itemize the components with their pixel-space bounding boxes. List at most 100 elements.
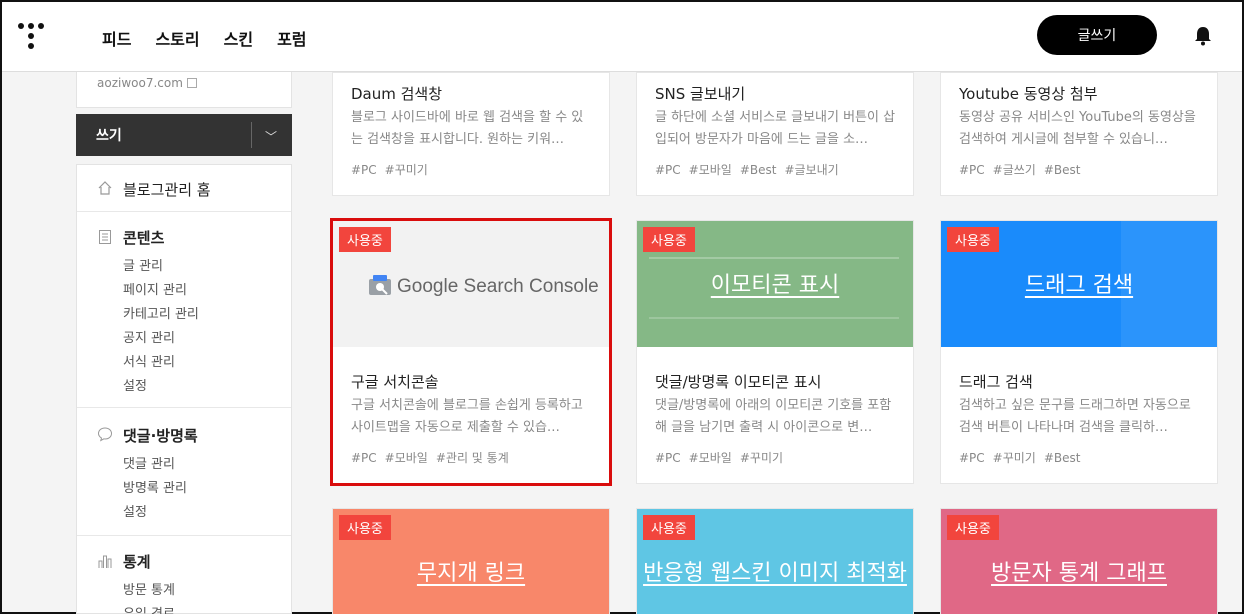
- card-title: SNS 글보내기: [655, 85, 746, 103]
- google-search-console-icon: [369, 275, 391, 295]
- nav-forum[interactable]: 포럼: [277, 26, 306, 50]
- menu-divider: [77, 535, 291, 536]
- in-use-badge: 사용중: [947, 227, 999, 252]
- sidebar-item-guestbook-manage[interactable]: 방명록 관리: [123, 477, 187, 496]
- card-title: 드래그 검색: [959, 373, 1033, 391]
- tag: #PC: [351, 451, 377, 465]
- tag: #PC: [655, 451, 681, 465]
- chevron-down-icon[interactable]: ﹀: [265, 128, 277, 145]
- card-description: 동영상 공유 서비스인 YouTube의 동영상을 검색하여 게시글에 첨부할 …: [959, 110, 1196, 147]
- sidebar-item-content-settings[interactable]: 설정: [123, 375, 147, 394]
- tag: #PC: [351, 163, 377, 177]
- plugin-card-drag-search[interactable]: 드래그 검색 사용중 드래그 검색 검색하고 싶은 문구를 드래그하면 자동으로…: [940, 220, 1218, 484]
- plugin-card-emoticon[interactable]: 이모티콘 표시 사용중 댓글/방명록 이모티콘 표시 댓글/방명록에 아래의 이…: [636, 220, 914, 484]
- sidebar-item-comment-manage[interactable]: 댓글 관리: [123, 453, 175, 472]
- in-use-badge: 사용중: [643, 515, 695, 540]
- sidebar-item-referrer[interactable]: 유입 경로: [123, 603, 175, 614]
- notification-bell-icon[interactable]: [1194, 26, 1212, 46]
- card-description: 구글 서치콘솔에 블로그를 손쉽게 등록하고 사이트맵을 자동으로 제출할 수 …: [351, 398, 583, 435]
- plugin-card-google-search-console[interactable]: Google Search Console 사용중 구글 서치콘솔 구글 서치콘…: [330, 218, 612, 486]
- tistory-logo-icon[interactable]: [18, 23, 44, 51]
- tag: #PC: [959, 163, 985, 177]
- tag: #모바일: [384, 451, 428, 465]
- sidebar-item-category-manage[interactable]: 카테고리 관리: [123, 303, 199, 322]
- sidebar-item-content[interactable]: 콘텐츠: [123, 227, 164, 248]
- sidebar-item-post-manage[interactable]: 글 관리: [123, 255, 163, 274]
- external-link-icon: [186, 78, 197, 88]
- plugin-card-visitor-graph[interactable]: 방문자 통계 그래프 사용중: [940, 508, 1218, 614]
- tag: #관리 및 통계: [435, 451, 509, 465]
- menu-divider: [77, 407, 291, 408]
- card-tags: #PC #꾸미기: [351, 161, 436, 178]
- sidebar-item-home[interactable]: 블로그관리 홈: [123, 179, 211, 200]
- write-menu-divider: [251, 122, 252, 148]
- document-icon: [99, 230, 111, 244]
- menu-divider: [77, 211, 291, 212]
- tag: #꾸미기: [384, 163, 428, 177]
- card-title: 구글 서치콘솔: [351, 373, 439, 391]
- tag: #Best: [1043, 163, 1081, 177]
- plugin-card[interactable]: Daum 검색창 블로그 사이드바에 바로 웹 검색을 할 수 있는 검색창을 …: [332, 72, 610, 196]
- card-title: Daum 검색창: [351, 85, 443, 103]
- sidebar-item-notice-manage[interactable]: 공지 관리: [123, 327, 175, 346]
- card-tags: #PC #꾸미기 #Best: [959, 449, 1089, 466]
- blog-url-box: aoziwoo7.com: [76, 72, 292, 108]
- thumbnail-title: 드래그 검색: [1024, 273, 1134, 298]
- thumbnail-title: 반응형 웹스킨 이미지 최적화: [643, 561, 907, 586]
- card-description: 댓글/방명록에 아래의 이모티콘 기호를 포함해 글을 남기면 출력 시 아이콘…: [655, 398, 892, 435]
- home-icon: [98, 181, 112, 195]
- card-thumbnail: 드래그 검색 사용중: [941, 221, 1217, 347]
- nav-feed[interactable]: 피드: [102, 26, 131, 50]
- plugin-card[interactable]: Youtube 동영상 첨부 동영상 공유 서비스인 YouTube의 동영상을…: [940, 72, 1218, 196]
- card-thumbnail: Google Search Console 사용중: [333, 221, 609, 347]
- thumbnail-title: 무지개 링크: [416, 561, 526, 586]
- card-thumbnail: 방문자 통계 그래프 사용중: [941, 509, 1217, 614]
- nav-story[interactable]: 스토리: [155, 26, 199, 50]
- sidebar-item-comments[interactable]: 댓글·방명록: [123, 425, 198, 446]
- sidebar-item-page-manage[interactable]: 페이지 관리: [123, 279, 187, 298]
- card-description: 글 하단에 소셜 서비스로 글보내기 버튼이 삽입되어 방문자가 마음에 드는 …: [655, 110, 896, 147]
- in-use-badge: 사용중: [339, 515, 391, 540]
- sidebar-item-stats[interactable]: 통계: [123, 551, 151, 572]
- top-bar: 피드 스토리 스킨 포럼 글쓰기: [2, 2, 1242, 72]
- write-post-button[interactable]: 글쓰기: [1037, 15, 1157, 55]
- admin-menu: 블로그관리 홈 콘텐츠 글 관리 페이지 관리 카테고리 관리 공지 관리 서식…: [76, 164, 292, 614]
- sidebar-item-template-manage[interactable]: 서식 관리: [123, 351, 175, 370]
- card-tags: #PC #모바일 #꾸미기: [655, 449, 791, 466]
- tag: #PC: [959, 451, 985, 465]
- speech-bubble-icon: [97, 427, 113, 442]
- tag: #모바일: [688, 163, 732, 177]
- tag: #PC: [655, 163, 681, 177]
- card-tags: #PC #글쓰기 #Best: [959, 161, 1089, 178]
- blog-url-link[interactable]: aoziwoo7.com: [97, 76, 197, 90]
- tag: #꾸미기: [739, 451, 784, 465]
- card-description: 검색하고 싶은 문구를 드래그하면 자동으로 검색 버튼이 나타나며 검색을 클…: [959, 398, 1191, 435]
- in-use-badge: 사용중: [339, 227, 391, 252]
- main-nav: 피드 스토리 스킨 포럼: [102, 26, 307, 50]
- tag: #글보내기: [784, 163, 839, 177]
- plugin-card[interactable]: SNS 글보내기 글 하단에 소셜 서비스로 글보내기 버튼이 삽입되어 방문자…: [636, 72, 914, 196]
- card-tags: #PC #모바일 #Best #글보내기: [655, 161, 847, 178]
- sidebar-item-comment-settings[interactable]: 설정: [123, 501, 147, 520]
- sidebar-item-visit-stats[interactable]: 방문 통계: [123, 579, 175, 598]
- plugin-card-responsive-image[interactable]: 반응형 웹스킨 이미지 최적화 사용중: [636, 508, 914, 614]
- card-thumbnail: 이모티콘 표시 사용중: [637, 221, 913, 347]
- thumbnail-title: 이모티콘 표시: [710, 273, 840, 298]
- card-thumbnail: 무지개 링크 사용중: [333, 509, 609, 614]
- card-title: 댓글/방명록 이모티콘 표시: [655, 373, 822, 391]
- tag: #Best: [739, 163, 777, 177]
- thumbnail-text: Google Search Console: [397, 276, 599, 297]
- in-use-badge: 사용중: [947, 515, 999, 540]
- card-thumbnail: 반응형 웹스킨 이미지 최적화 사용중: [637, 509, 913, 614]
- plugin-card-rainbow-link[interactable]: 무지개 링크 사용중: [332, 508, 610, 614]
- write-menu[interactable]: 쓰기 ﹀: [76, 114, 292, 156]
- write-menu-label: 쓰기: [96, 128, 122, 144]
- tag: #Best: [1043, 451, 1081, 465]
- tag: #꾸미기: [992, 451, 1036, 465]
- card-description: 블로그 사이드바에 바로 웹 검색을 할 수 있는 검색창을 표시합니다. 원하…: [351, 110, 584, 147]
- tag: #모바일: [688, 451, 732, 465]
- card-title: Youtube 동영상 첨부: [959, 85, 1098, 103]
- nav-skin[interactable]: 스킨: [224, 26, 253, 50]
- blog-url-text: aoziwoo7.com: [97, 76, 183, 90]
- in-use-badge: 사용중: [643, 227, 695, 252]
